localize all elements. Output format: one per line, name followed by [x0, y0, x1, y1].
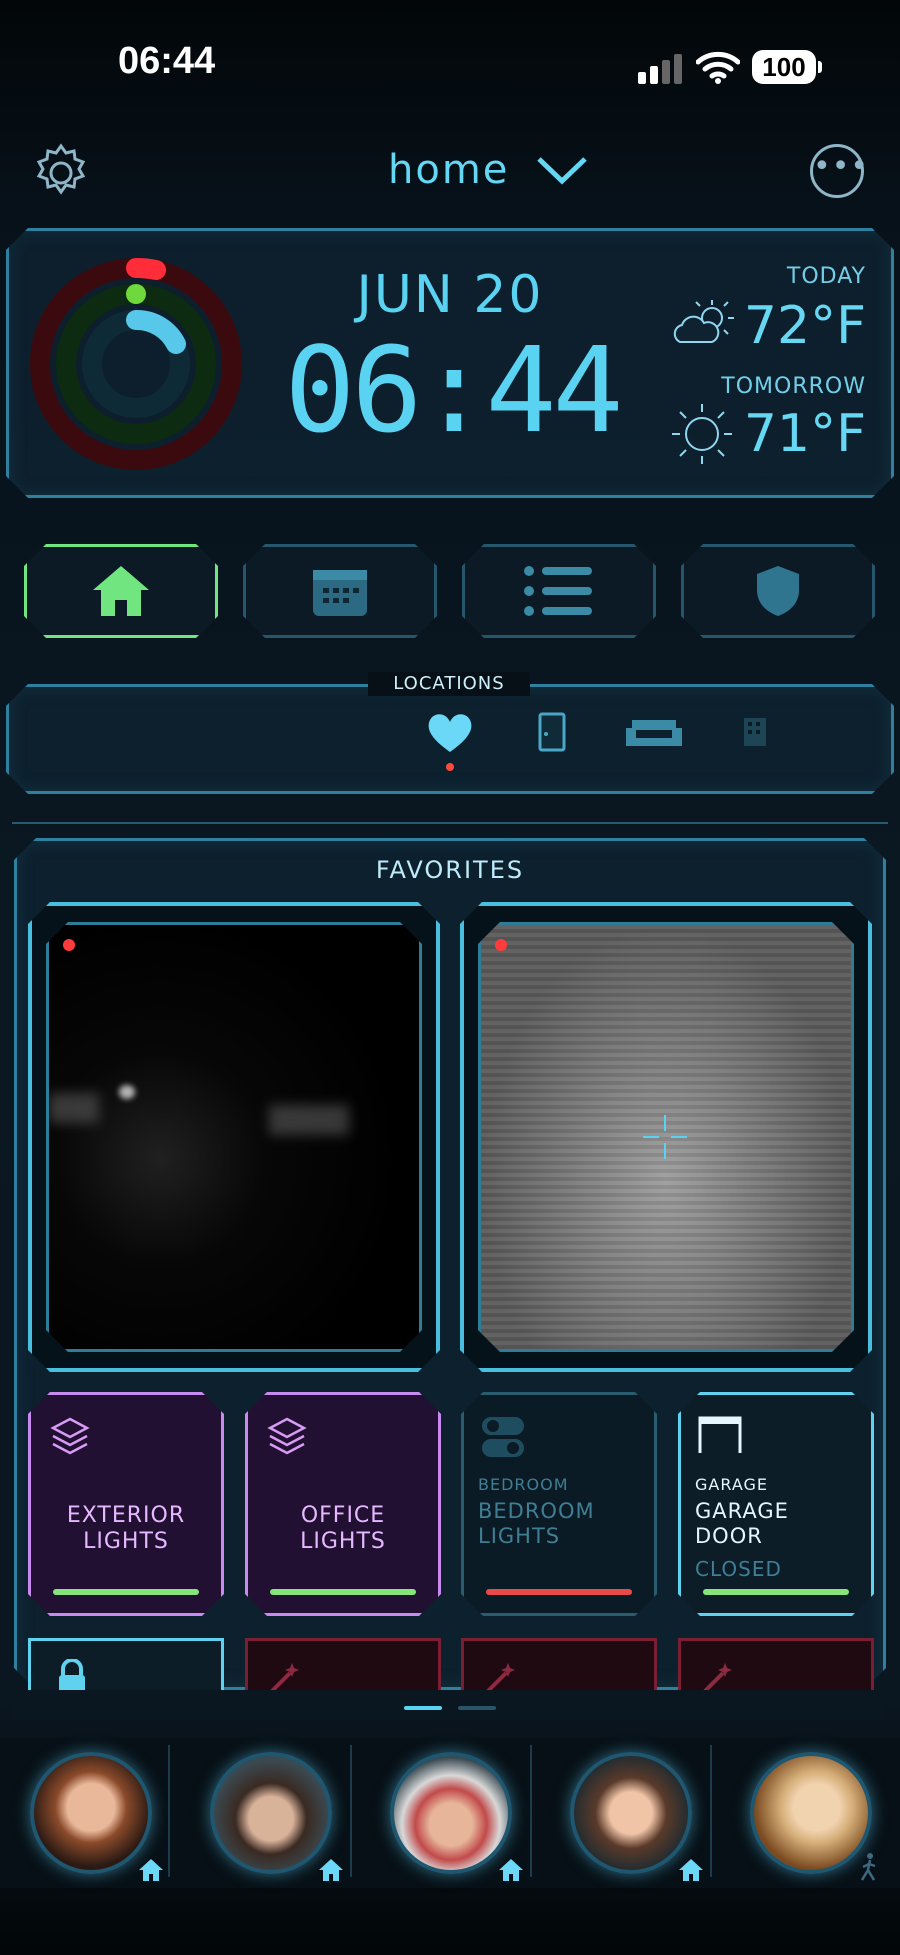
lock-icon	[59, 1659, 85, 1690]
tomorrow-label: TOMORROW	[721, 374, 866, 399]
camera-feed-exterior[interactable]	[28, 902, 440, 1372]
avatar[interactable]	[210, 1752, 332, 1874]
activity-rings-icon[interactable]	[28, 256, 244, 472]
layers-icon	[266, 1415, 308, 1457]
gear-icon[interactable]	[30, 142, 92, 204]
tab-list[interactable]	[462, 544, 656, 638]
tile-label: OFFICE LIGHTS	[300, 1503, 386, 1554]
status-bar-off	[486, 1589, 632, 1595]
cellular-signal-icon	[638, 54, 682, 84]
door-icon[interactable]	[538, 712, 566, 752]
tile-label: GARAGE DOOR	[695, 1499, 789, 1548]
heart-icon[interactable]	[426, 710, 474, 754]
chevron-down-icon	[537, 157, 588, 185]
today-label: TODAY	[786, 264, 866, 289]
tile-office-lights[interactable]: OFFICE LIGHTS	[245, 1392, 441, 1616]
tile-scene-2[interactable]	[461, 1638, 657, 1690]
garage-door-icon	[697, 1415, 743, 1455]
magic-wand-icon	[270, 1663, 299, 1690]
crosshair-icon	[643, 1115, 687, 1159]
tile-room: GARAGE	[695, 1475, 768, 1494]
status-bar-on	[53, 1589, 199, 1595]
separator	[530, 1745, 532, 1877]
recording-indicator	[63, 939, 75, 951]
ellipsis-icon: •••	[813, 149, 870, 184]
separator	[168, 1745, 170, 1877]
avatar[interactable]	[750, 1752, 872, 1874]
home-status-icon	[319, 1859, 343, 1881]
avatar[interactable]	[30, 1752, 152, 1874]
camera-feed-garage[interactable]	[460, 902, 872, 1372]
tile-state: CLOSED	[695, 1557, 782, 1581]
avatar[interactable]	[390, 1752, 512, 1874]
shield-icon	[755, 564, 801, 618]
home-status-icon	[139, 1859, 163, 1881]
partly-cloudy-icon	[673, 300, 734, 343]
tile-label: BEDROOM LIGHTS	[478, 1499, 595, 1548]
wifi-icon	[696, 51, 740, 84]
tab-home[interactable]	[24, 544, 218, 638]
tab-security[interactable]	[681, 544, 875, 638]
home-status-icon	[679, 1859, 703, 1881]
tile-room: BEDROOM	[478, 1475, 569, 1494]
separator	[350, 1745, 352, 1877]
favorites-title: FAVORITES	[375, 856, 525, 884]
clock-display: 06:44	[284, 321, 623, 459]
tab-calendar[interactable]	[243, 544, 437, 638]
status-time: 06:44	[118, 40, 216, 82]
status-bar-on	[270, 1589, 416, 1595]
magic-wand-icon	[703, 1663, 732, 1690]
location-selector[interactable]: home	[388, 140, 589, 200]
sofa-icon[interactable]	[624, 714, 684, 750]
tile-lock[interactable]	[28, 1638, 224, 1690]
magic-wand-icon	[486, 1663, 515, 1690]
page-indicator-active[interactable]	[404, 1706, 442, 1710]
status-bar-on	[703, 1589, 849, 1595]
tile-exterior-lights[interactable]: EXTERIOR LIGHTS	[28, 1392, 224, 1616]
divider	[12, 822, 888, 824]
today-temperature: 72°F	[743, 296, 866, 356]
page-indicator[interactable]	[458, 1706, 496, 1710]
building-icon[interactable]	[742, 716, 768, 748]
tile-scene-3[interactable]	[678, 1638, 874, 1690]
home-status-icon	[499, 1859, 523, 1881]
home-title: home	[388, 147, 510, 193]
list-icon	[524, 565, 594, 617]
battery-indicator: 100	[752, 50, 822, 84]
tile-scene-1[interactable]	[245, 1638, 441, 1690]
sun-icon	[672, 404, 732, 464]
walking-person-icon	[860, 1853, 876, 1881]
date-display: JUN 20	[356, 265, 544, 325]
avatar[interactable]	[570, 1752, 692, 1874]
more-options-button[interactable]: •••	[810, 144, 868, 198]
toggle-switch-icon	[480, 1415, 526, 1459]
layers-icon	[49, 1415, 91, 1457]
home-icon	[91, 564, 151, 618]
locations-label: LOCATIONS	[368, 672, 530, 696]
recording-indicator	[495, 939, 507, 951]
favorites-footer	[14, 1690, 886, 1720]
tile-bedroom-lights[interactable]: BEDROOM BEDROOM LIGHTS	[461, 1392, 657, 1616]
selected-location-dot	[446, 763, 454, 771]
tile-garage-door[interactable]: GARAGE GARAGE DOOR CLOSED	[678, 1392, 874, 1616]
tile-label: EXTERIOR LIGHTS	[66, 1503, 186, 1554]
calendar-icon	[311, 564, 369, 618]
tomorrow-temperature: 71°F	[743, 404, 866, 464]
separator	[710, 1745, 712, 1877]
